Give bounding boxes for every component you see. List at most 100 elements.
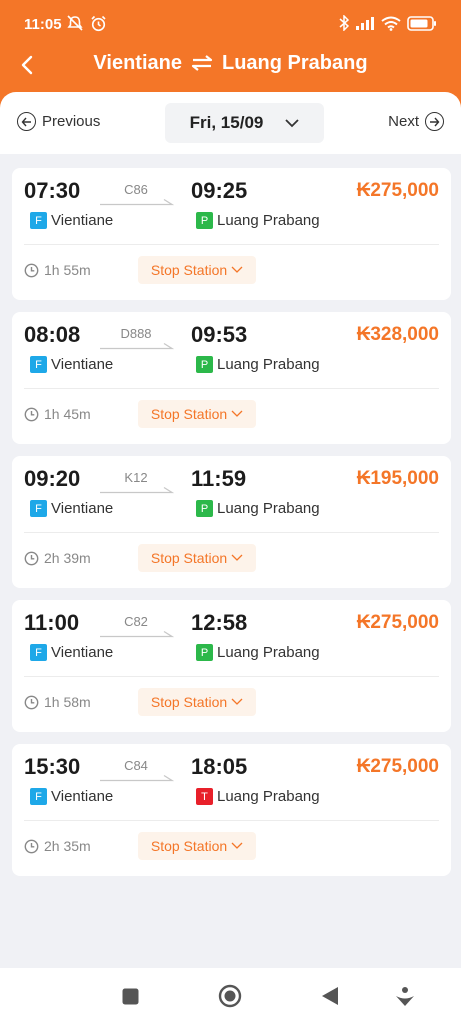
divider [24,388,439,389]
direction-arrow-icon [100,198,174,206]
departure-time: 08:08 [24,322,81,347]
station-type-badge: F [30,356,47,373]
route-from: Vientiane [93,52,182,74]
home-circle-icon [218,984,242,1008]
arrival-time: 18:05 [191,754,248,779]
date-selector[interactable]: Fri, 15/09 [165,103,324,143]
arrival-station-name: Luang Prabang [217,212,320,229]
arrival-station-name: Luang Prabang [217,644,320,661]
trip-duration: 2h 35m [24,838,91,854]
assistant-button[interactable] [391,982,419,1010]
arrival-station-name: Luang Prabang [217,788,320,805]
status-time: 11:05 [24,16,62,33]
stop-station-label: Stop Station [150,694,228,710]
swap-icon[interactable] [191,54,213,77]
chevron-down-icon [231,698,243,705]
train-card[interactable]: 07:30 C86 09:25 ₭275,000 F Vientiane P L… [12,168,451,300]
direction-arrow-icon [100,342,174,350]
clock-icon [24,551,39,565]
departure-station: F Vientiane [30,212,113,229]
route-to: Luang Prabang [221,52,368,74]
train-card[interactable]: 08:08 D888 09:53 ₭328,000 F Vientiane P … [12,312,451,444]
departure-station: F Vientiane [30,788,113,805]
stop-station-label: Stop Station [150,262,228,278]
back-nav-button[interactable] [316,982,344,1010]
status-bar: 11:05 [0,0,461,46]
stop-station-label: Stop Station [150,406,228,422]
train-card[interactable]: 11:00 C82 12:58 ₭275,000 F Vientiane P L… [12,600,451,732]
ticket-price: ₭275,000 [356,756,439,777]
arrival-station-name: Luang Prabang [217,356,320,373]
departure-station-name: Vientiane [51,788,114,805]
recent-apps-button[interactable] [116,982,144,1010]
direction-arrow-icon [100,486,174,494]
divider [24,820,439,821]
arrival-time: 11:59 [191,466,247,491]
arrival-station: P Luang Prabang [196,212,320,229]
chevron-down-icon [231,266,243,273]
arrival-station: P Luang Prabang [196,356,320,373]
trip-duration: 1h 58m [24,694,91,710]
station-type-badge: P [196,212,213,229]
departure-station-name: Vientiane [51,212,114,229]
duration-text: 1h 55m [44,262,91,278]
departure-time: 11:00 [24,610,80,635]
departure-time: 07:30 [24,178,81,203]
divider [24,244,439,245]
ticket-price: ₭328,000 [356,324,439,345]
duration-text: 1h 45m [44,406,91,422]
previous-label: Previous [42,113,101,130]
wifi-icon [381,16,401,36]
bluetooth-icon [339,14,350,36]
notifications-muted-icon [66,15,84,37]
train-code: C84 [124,758,148,773]
battery-icon [407,15,437,36]
clock-icon [24,695,39,709]
system-navigation-bar [0,968,461,1024]
home-button[interactable] [216,982,244,1010]
direction-arrow-icon [100,774,174,782]
station-type-badge: P [196,356,213,373]
clock-icon [24,407,39,421]
train-card[interactable]: 15:30 C84 18:05 ₭275,000 F Vientiane T L… [12,744,451,876]
duration-text: 2h 35m [44,838,91,854]
arrival-station-name: Luang Prabang [217,500,320,517]
alarm-icon [90,15,107,37]
chevron-down-icon [231,554,243,561]
station-type-badge: F [30,212,47,229]
arrival-station: P Luang Prabang [196,500,320,517]
arrow-left-circle-icon [17,112,36,131]
departure-station-name: Vientiane [51,644,114,661]
departure-station-name: Vientiane [51,500,114,517]
stop-station-button[interactable]: Stop Station [138,400,256,428]
train-code: C82 [124,614,148,629]
divider [24,532,439,533]
arrival-station: P Luang Prabang [196,644,320,661]
stop-station-label: Stop Station [150,550,228,566]
clock-icon [24,839,39,853]
chevron-down-icon [285,113,299,133]
arrow-right-circle-icon [425,112,444,131]
stop-station-button[interactable]: Stop Station [138,544,256,572]
route-title: Vientiane Luang Prabang [0,52,461,77]
stop-station-button[interactable]: Stop Station [138,256,256,284]
departure-time: 09:20 [24,466,81,491]
date-bar: Previous Fri, 15/09 Next [0,92,461,154]
train-code: C86 [124,182,148,197]
stop-station-button[interactable]: Stop Station [138,688,256,716]
train-card[interactable]: 09:20 K12 11:59 ₭195,000 F Vientiane P L… [12,456,451,588]
clock-icon [24,263,39,277]
station-type-badge: T [196,788,213,805]
ticket-price: ₭275,000 [356,180,439,201]
arrival-time: 09:53 [191,322,248,347]
arrival-station: T Luang Prabang [196,788,320,805]
previous-day-button[interactable]: Previous [17,112,100,131]
nav-bar: Vientiane Luang Prabang [0,46,461,86]
stop-station-button[interactable]: Stop Station [138,832,256,860]
duration-text: 2h 39m [44,550,91,566]
next-label: Next [388,113,419,130]
selected-date: Fri, 15/09 [189,113,264,132]
triangle-back-icon [322,987,338,1005]
chevron-down-icon [231,410,243,417]
next-day-button[interactable]: Next [388,112,444,131]
